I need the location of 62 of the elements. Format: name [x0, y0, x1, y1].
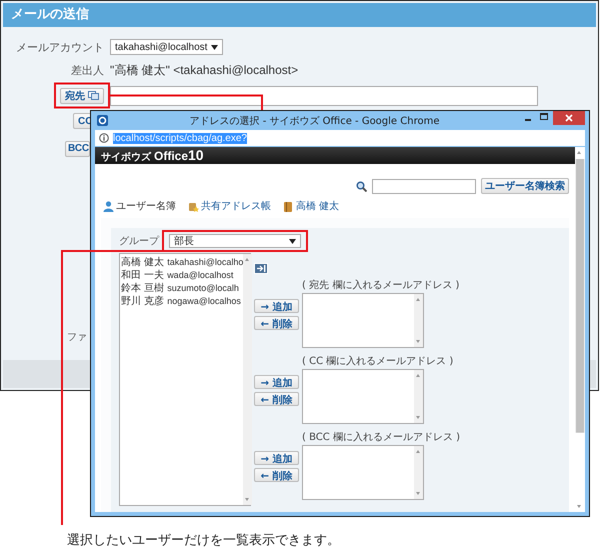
scrollbar[interactable]	[414, 446, 423, 499]
user-email[interactable]: suzumoto@localh	[167, 283, 239, 293]
user-name[interactable]: 和田 一夫	[121, 268, 164, 282]
tab[interactable]: 共有アドレス帳	[188, 199, 271, 213]
close-icon	[565, 114, 573, 122]
url-text: localhost/scripts/cbag/ag.exe?	[113, 132, 247, 144]
user-email[interactable]: takahashi@localho	[167, 257, 244, 267]
to-button[interactable]: 宛先	[60, 88, 104, 104]
section-label: ( 宛先 欄に入れるメールアドレス )	[302, 280, 460, 292]
caret-icon	[211, 44, 218, 50]
user-name[interactable]: 野川 克彦	[121, 294, 164, 308]
tab[interactable]: 高橋 健太	[283, 199, 340, 213]
remove-button[interactable]: ← 削除	[254, 316, 299, 330]
logo: サイボウズ Office10	[101, 147, 204, 164]
bcc-button[interactable]: BCC	[65, 140, 90, 156]
add-button[interactable]: → 追加	[254, 299, 299, 313]
add-button[interactable]: → 追加	[254, 451, 299, 465]
dropdown-value: takahashi@localhost	[115, 42, 208, 52]
section-label: ( CC 欄に入れるメールアドレス )	[302, 356, 454, 368]
dropdown-value: 部長	[174, 234, 194, 248]
address-list[interactable]	[302, 369, 424, 424]
caption-text: 選択したいユーザーだけを一覧表示できます。	[67, 532, 340, 549]
scrollbar[interactable]	[414, 294, 423, 347]
user-name[interactable]: 高橋 健太	[121, 255, 164, 269]
book-icon	[283, 200, 294, 212]
person-icon	[103, 200, 114, 212]
group-dropdown[interactable]: 部長	[169, 234, 301, 248]
address-list[interactable]	[302, 445, 424, 500]
search-field[interactable]	[372, 178, 476, 194]
tab[interactable]: ユーザー名簿	[103, 199, 176, 213]
account-dropdown[interactable]: takahashi@localhost	[110, 39, 224, 55]
user-list[interactable]: 高橋 健太 takahashi@localho 和田 一夫 wada@localhost 鈴本 亘樹 suzumoto@localh 野川 克彦 nogawa@localhos	[119, 253, 251, 506]
scrollbar[interactable]	[414, 370, 423, 423]
address-book-icon	[88, 91, 99, 100]
arrow-to-bar-icon	[256, 265, 266, 272]
app-icon	[97, 115, 108, 126]
field-label: ファ	[67, 331, 87, 344]
page-title: メールの送信	[3, 3, 596, 27]
caret-icon	[289, 238, 296, 244]
address-list[interactable]	[302, 293, 424, 348]
book-icon	[188, 200, 199, 212]
info-icon	[99, 133, 109, 143]
field-label: メールアカウント	[15, 40, 104, 54]
remove-button[interactable]: ← 削除	[254, 392, 299, 406]
window-title: アドレスの選択 - サイボウズ Office - Google Chrome	[188, 114, 440, 128]
move-all-button[interactable]	[254, 263, 268, 274]
sender-value: "高橋 健太" <takahashi@localhost>	[110, 62, 298, 78]
field-label: 差出人	[70, 62, 104, 78]
highlight-frame	[54, 82, 110, 108]
user-email[interactable]: nogawa@localhos	[167, 296, 241, 306]
close-button[interactable]	[553, 111, 585, 125]
search-icon[interactable]	[356, 180, 367, 192]
remove-button[interactable]: ← 削除	[254, 468, 299, 482]
section-label: ( BCC 欄に入れるメールアドレス )	[302, 432, 460, 444]
add-button[interactable]: → 追加	[254, 375, 299, 389]
field-label: グループ	[119, 234, 159, 248]
maximize-icon[interactable]	[537, 111, 551, 123]
recipient-field[interactable]	[110, 86, 538, 106]
user-name[interactable]: 鈴本 亘樹	[121, 281, 164, 295]
user-email[interactable]: wada@localhost	[167, 270, 234, 280]
search-button[interactable]: ユーザー名簿検索	[481, 178, 569, 194]
scrollbar[interactable]	[243, 254, 252, 505]
